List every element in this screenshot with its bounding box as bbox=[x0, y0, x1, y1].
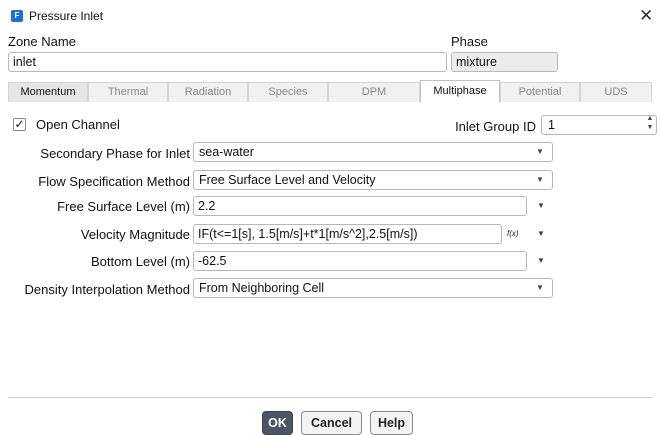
chevron-down-icon: ▼ bbox=[536, 175, 544, 184]
zone-name-label: Zone Name bbox=[8, 34, 76, 49]
inlet-group-spinner[interactable]: 1 bbox=[541, 115, 657, 135]
fx-icon[interactable]: f(x) bbox=[507, 229, 519, 238]
flow-spec-value: Free Surface Level and Velocity bbox=[199, 173, 376, 187]
tab-multiphase[interactable]: Multiphase bbox=[420, 80, 500, 102]
tab-potential[interactable]: Potential bbox=[500, 82, 580, 102]
chevron-down-icon[interactable]: ▼ bbox=[537, 229, 545, 238]
open-channel-label: Open Channel bbox=[36, 117, 120, 132]
chevron-down-icon: ▼ bbox=[536, 147, 544, 156]
tab-thermal[interactable]: Thermal bbox=[88, 82, 168, 102]
bottom-level-field[interactable] bbox=[193, 251, 527, 271]
tab-radiation[interactable]: Radiation bbox=[168, 82, 248, 102]
free-surface-field[interactable] bbox=[193, 196, 527, 216]
open-channel-checkbox[interactable]: ✓ bbox=[13, 118, 26, 131]
secondary-phase-label: Secondary Phase for Inlet bbox=[40, 146, 190, 161]
secondary-phase-value: sea-water bbox=[199, 145, 254, 159]
tab-momentum[interactable]: Momentum bbox=[8, 82, 88, 102]
phase-label: Phase bbox=[451, 34, 488, 49]
chevron-down-icon: ▼ bbox=[536, 283, 544, 292]
inlet-group-label: Inlet Group ID bbox=[455, 119, 536, 134]
help-button[interactable]: Help bbox=[370, 411, 413, 435]
cancel-button[interactable]: Cancel bbox=[301, 411, 362, 435]
density-interp-value: From Neighboring Cell bbox=[199, 281, 325, 295]
velocity-field[interactable] bbox=[193, 224, 502, 244]
chevron-down-icon[interactable]: ▼ bbox=[537, 256, 545, 265]
velocity-label: Velocity Magnitude bbox=[80, 227, 190, 242]
tab-dpm[interactable]: DPM bbox=[328, 82, 420, 102]
window-title: Pressure Inlet bbox=[29, 9, 104, 23]
free-surface-label: Free Surface Level (m) bbox=[57, 199, 190, 214]
spinner-up-icon[interactable]: ▲ bbox=[645, 115, 655, 122]
chevron-down-icon[interactable]: ▼ bbox=[537, 201, 545, 210]
bottom-level-label: Bottom Level (m) bbox=[91, 254, 190, 269]
close-icon[interactable]: ✕ bbox=[639, 6, 653, 26]
tab-species[interactable]: Species bbox=[248, 82, 328, 102]
app-icon: F bbox=[11, 10, 23, 22]
divider bbox=[8, 397, 652, 398]
inlet-group-value: 1 bbox=[548, 118, 555, 132]
secondary-phase-dropdown[interactable]: sea-water bbox=[193, 142, 553, 162]
density-interp-label: Density Interpolation Method bbox=[24, 282, 190, 297]
spinner-down-icon[interactable]: ▼ bbox=[645, 124, 655, 131]
tab-uds[interactable]: UDS bbox=[580, 82, 652, 102]
ok-button[interactable]: OK bbox=[262, 411, 293, 435]
flow-spec-dropdown[interactable]: Free Surface Level and Velocity bbox=[193, 170, 553, 190]
density-interp-dropdown[interactable]: From Neighboring Cell bbox=[193, 278, 553, 298]
zone-name-field[interactable] bbox=[8, 52, 447, 72]
phase-field bbox=[451, 52, 558, 72]
flow-spec-label: Flow Specification Method bbox=[38, 174, 190, 189]
